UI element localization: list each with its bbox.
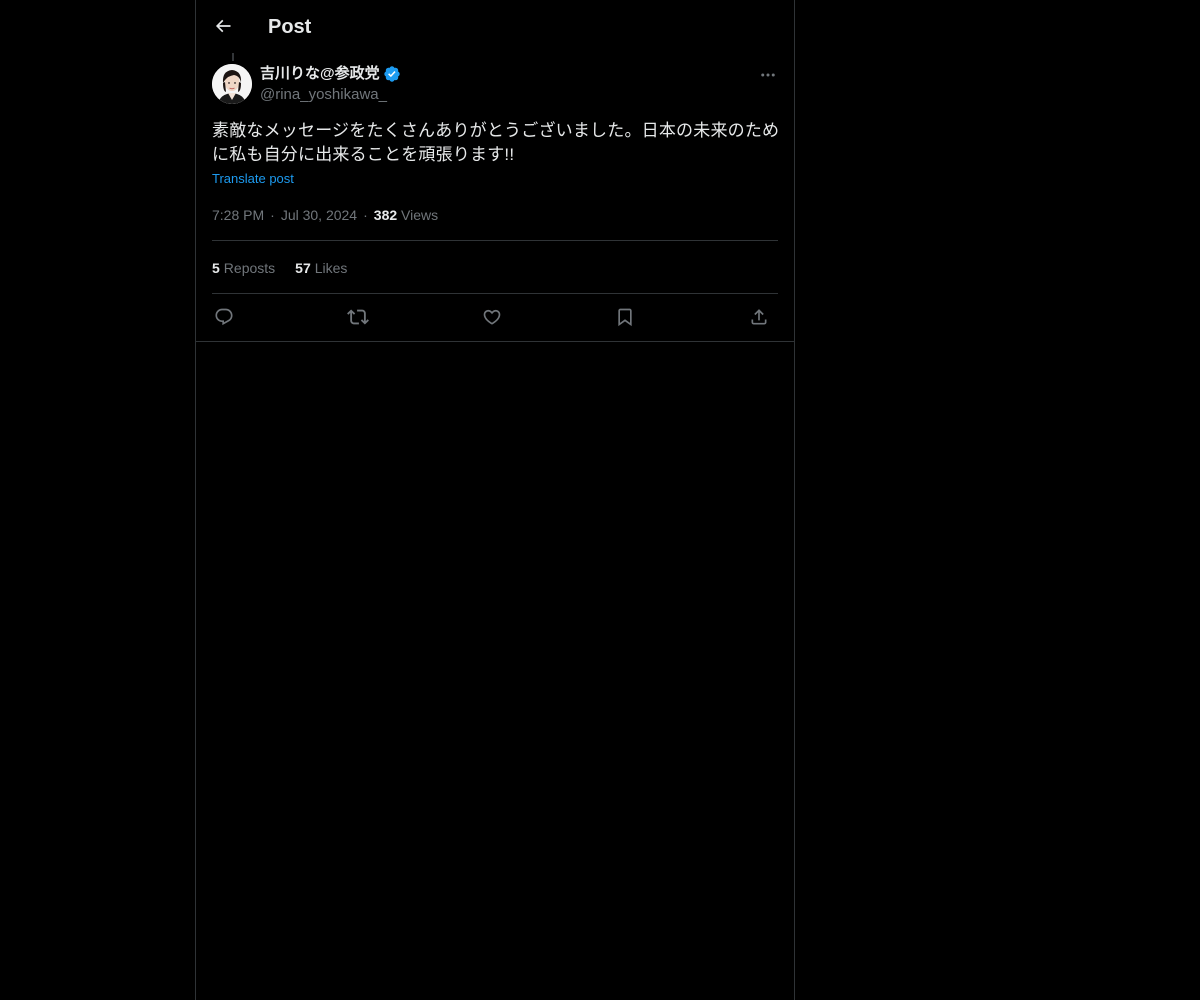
avatar[interactable] <box>212 64 252 104</box>
more-options-button[interactable] <box>756 64 780 86</box>
reposts-stat[interactable]: 5 Reposts <box>212 258 275 278</box>
back-button[interactable] <box>208 11 238 41</box>
divider <box>212 240 778 241</box>
heart-icon <box>483 309 501 325</box>
verified-badge-icon[interactable] <box>383 65 401 83</box>
separator-dot: · <box>363 207 368 223</box>
header: Post <box>196 0 794 53</box>
likes-count: 57 <box>295 260 311 276</box>
post-text-line: に私も自分に出来ることを頑張ります!! <box>212 145 515 164</box>
likes-label: Likes <box>314 260 348 276</box>
share-icon <box>751 309 767 325</box>
page-title: Post <box>268 16 312 38</box>
post-text-line: 素敵なメッセージをたくさんありがとうございました。日本の未来のため <box>212 121 780 140</box>
views-count: 382 <box>373 207 398 223</box>
engagement-stats: 5 Reposts 57 Likes <box>212 258 347 278</box>
likes-stat[interactable]: 57 Likes <box>295 258 347 278</box>
post-meta: 7:28 PM · Jul 30, 2024 · 382 Views <box>212 205 438 225</box>
author-display-name[interactable]: 吉川りな@参政党 <box>260 64 380 84</box>
arrow-left-icon <box>215 19 231 33</box>
post-time[interactable]: 7:28 PM <box>212 207 264 223</box>
translate-post-link[interactable]: Translate post <box>212 171 294 187</box>
reply-button[interactable] <box>212 305 236 329</box>
author-name-row[interactable]: 吉川りな@参政党 <box>260 64 401 84</box>
post-bottom-border <box>196 341 794 342</box>
post-text: 素敵なメッセージをたくさんありがとうございました。日本の未来のため に私も自分に… <box>212 119 780 167</box>
bookmark-button[interactable] <box>613 305 637 329</box>
author-handle[interactable]: @rina_yoshikawa_ <box>260 85 387 105</box>
reposts-count: 5 <box>212 260 220 276</box>
repost-button[interactable] <box>346 305 370 329</box>
bookmark-icon <box>618 308 632 327</box>
views-label: Views <box>401 207 439 223</box>
avatar-image <box>212 64 252 104</box>
reposts-label: Reposts <box>223 260 276 276</box>
separator-dot: · <box>270 207 275 223</box>
repost-icon <box>347 309 369 325</box>
thread-connector <box>232 53 234 61</box>
post-column: Post 吉川りな@参政党 @rina_yoshikawa_ 素敵なメッセージを… <box>195 0 795 1000</box>
post-date[interactable]: Jul 30, 2024 <box>281 207 357 223</box>
reply-icon <box>215 308 233 326</box>
more-horizontal-icon <box>761 73 775 77</box>
divider <box>212 293 778 294</box>
action-bar <box>212 305 782 329</box>
like-button[interactable] <box>480 305 504 329</box>
share-button[interactable] <box>747 305 771 329</box>
